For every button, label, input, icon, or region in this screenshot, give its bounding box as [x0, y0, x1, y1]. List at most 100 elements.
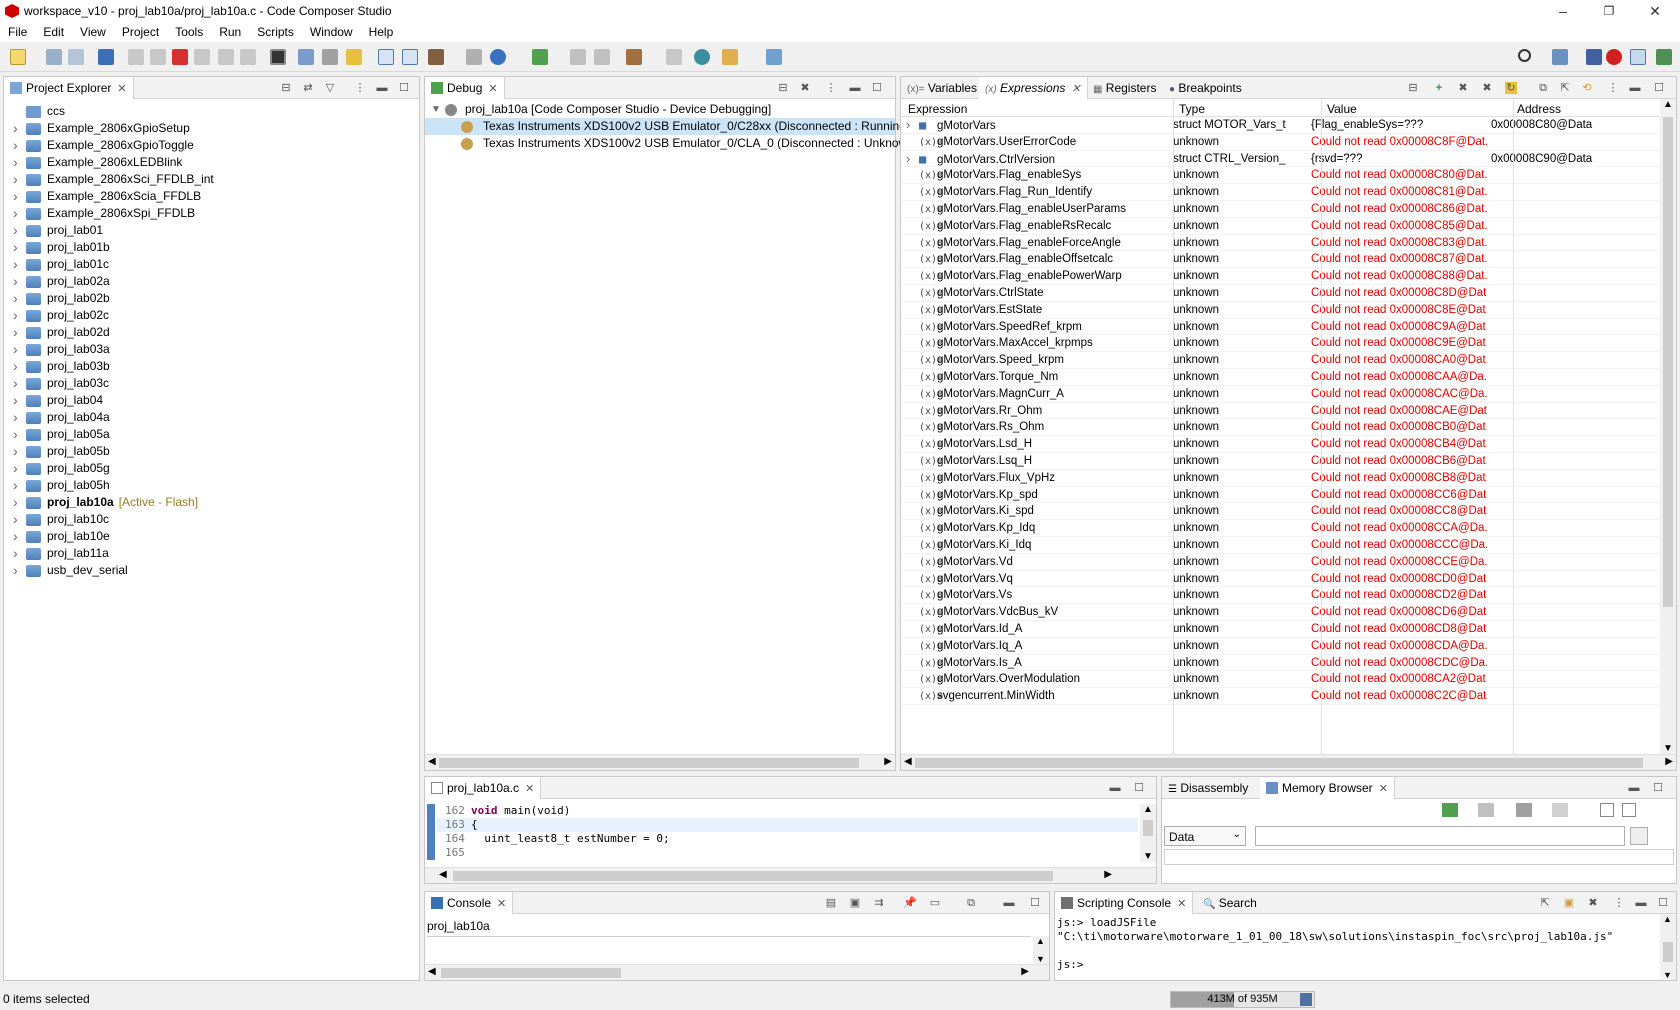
project-item[interactable]: › proj_lab11a — [4, 545, 419, 562]
new-icon[interactable] — [10, 49, 26, 65]
tab-search[interactable]: 🔍 Search — [1197, 892, 1263, 914]
expression-name-cell[interactable]: (x)=gMotorVars.Vq — [919, 571, 1151, 589]
expressions-hscrollbar[interactable]: ◀ ▶ — [901, 754, 1676, 770]
debug-view-icon[interactable] — [98, 49, 114, 65]
flash-icon[interactable] — [346, 49, 362, 65]
close-button[interactable]: ✕ — [1632, 0, 1678, 22]
scroll-up-icon[interactable]: ▲ — [1663, 914, 1672, 924]
expression-name-cell[interactable]: (x)=gMotorVars.Flag_enableSys — [919, 167, 1151, 185]
heap-status[interactable]: 413M of 935M — [1170, 991, 1315, 1008]
scroll-left-icon[interactable]: ◀ — [904, 756, 912, 767]
expression-name-cell[interactable]: (x)=gMotorVars.Flag_enableRsRecalc — [919, 218, 1151, 236]
view-menu-icon[interactable]: ⋮ — [354, 82, 366, 94]
chevron-right-icon[interactable]: › — [13, 256, 18, 273]
chevron-right-icon[interactable]: › — [13, 528, 18, 545]
disconnect-icon[interactable] — [194, 49, 210, 65]
expression-name-cell[interactable]: (x)=gMotorVars.Rs_Ohm — [919, 419, 1151, 437]
minimize-view-icon[interactable]: ▬ — [376, 82, 388, 94]
search-icon[interactable] — [1518, 49, 1531, 62]
chevron-right-icon[interactable]: › — [13, 409, 18, 426]
chevron-right-icon[interactable]: › — [13, 205, 18, 222]
refresh-icon[interactable]: ↻ — [1505, 82, 1517, 94]
chevron-right-icon[interactable]: › — [13, 477, 18, 494]
menu-window[interactable]: Window — [302, 22, 361, 39]
menu-view[interactable]: View — [72, 22, 114, 39]
chevron-right-icon[interactable]: › — [13, 375, 18, 392]
scroll-thumb[interactable] — [1143, 820, 1153, 836]
open-script-icon[interactable]: ▣ — [1563, 897, 1575, 909]
tab-disassembly[interactable]: ☰ Disassembly — [1162, 777, 1254, 799]
chevron-down-icon[interactable]: ▼ — [431, 101, 441, 118]
expression-row[interactable]: (x)=gMotorVars.Vd unknown Could not read 0… — [901, 554, 1660, 571]
close-icon[interactable]: ✕ — [1071, 83, 1080, 95]
editor-hscrollbar[interactable]: ◀ ▶ — [425, 867, 1156, 883]
minimize-button[interactable]: – — [1540, 0, 1586, 22]
scroll-thumb[interactable] — [915, 758, 1643, 768]
chevron-right-icon[interactable]: › — [906, 151, 910, 168]
expression-row[interactable]: (x)=gMotorVars.Flag_enableOffsetcalc unkn… — [901, 251, 1660, 269]
chevron-right-icon[interactable]: › — [13, 562, 18, 579]
close-icon[interactable]: ✕ — [497, 898, 506, 910]
terminate-icon[interactable] — [172, 49, 188, 65]
skip-breakpoints-icon[interactable] — [402, 49, 418, 65]
tab-scripting-console[interactable]: Scripting Console ✕ — [1055, 892, 1194, 914]
expression-name-cell[interactable]: ■ gMotorVars — [919, 117, 1151, 135]
menu-file[interactable]: File — [0, 22, 35, 39]
back-memory-icon[interactable] — [1552, 803, 1568, 817]
expression-row[interactable]: (x)=gMotorVars.Vs unknown Could not read 0… — [901, 587, 1660, 605]
project-item[interactable]: › proj_lab05b — [4, 443, 419, 460]
expression-name-cell[interactable]: (x)=gMotorVars.Iq_A — [919, 638, 1151, 656]
expression-row[interactable]: (x)=gMotorVars.VdcBus_kV unknown Could not… — [901, 604, 1660, 621]
close-icon[interactable]: ✕ — [525, 783, 534, 795]
scroll-left-icon[interactable]: ◀ — [439, 869, 447, 880]
menu-run[interactable]: Run — [211, 22, 249, 39]
expressions-vscrollbar[interactable]: ▲ ▼ — [1660, 99, 1676, 754]
expression-row[interactable]: (x)=gMotorVars.Flag_enableForceAngle unkn… — [901, 235, 1660, 252]
new-window-icon[interactable]: ⧉ — [1537, 82, 1549, 94]
remove-expression-icon[interactable]: ✖ — [1457, 82, 1469, 94]
maximize-view-icon[interactable]: ☐ — [1133, 782, 1145, 794]
expression-name-cell[interactable]: (x)=gMotorVars.EstState — [919, 302, 1151, 320]
scroll-down-icon[interactable]: ▼ — [1663, 743, 1673, 754]
col-expression[interactable]: Expression — [908, 102, 967, 116]
expression-row[interactable]: (x)=gMotorVars.Iq_A unknown Could not read… — [901, 638, 1660, 655]
expression-name-cell[interactable]: (x)=gMotorVars.SpeedRef_krpm — [919, 319, 1151, 337]
perspective-bug-icon[interactable] — [1656, 49, 1672, 65]
scroll-thumb[interactable] — [1663, 942, 1673, 962]
tab-editor-file[interactable]: proj_lab10a.c ✕ — [425, 777, 542, 799]
chevron-right-icon[interactable]: › — [13, 273, 18, 290]
project-item[interactable]: › Example_2806xSpi_FFDLB — [4, 205, 419, 222]
close-icon[interactable]: ✕ — [488, 83, 497, 95]
pin-console-icon[interactable]: 📌 — [903, 897, 917, 909]
expression-name-cell[interactable]: (x)=gMotorVars.Kp_Idq — [919, 520, 1151, 538]
clear-console-icon[interactable]: ▤ — [825, 897, 837, 909]
remove-terminated-icon[interactable]: ✖ — [799, 82, 811, 94]
project-item[interactable]: › proj_lab02a — [4, 273, 419, 290]
tab-console[interactable]: Console ✕ — [425, 892, 514, 914]
chevron-right-icon[interactable]: › — [13, 120, 18, 137]
scroll-right-icon[interactable]: ▶ — [884, 756, 892, 767]
project-item[interactable]: ccs — [4, 103, 419, 120]
menu-help[interactable]: Help — [361, 22, 402, 39]
expression-row[interactable]: (x)=gMotorVars.SpeedRef_krpm unknown Could… — [901, 319, 1660, 336]
open-perspective-icon[interactable] — [766, 49, 782, 65]
maximize-view-icon[interactable]: ☐ — [398, 82, 410, 94]
bug-icon[interactable] — [532, 49, 548, 65]
scroll-lock-icon[interactable]: ▣ — [849, 897, 861, 909]
go-address-icon[interactable] — [1630, 827, 1648, 845]
project-item[interactable]: › proj_lab02b — [4, 290, 419, 307]
chevron-right-icon[interactable]: › — [13, 460, 18, 477]
project-item[interactable]: › proj_lab02c — [4, 307, 419, 324]
scroll-right-icon[interactable]: ▶ — [1104, 869, 1112, 880]
view-menu-icon[interactable]: ⋮ — [1607, 82, 1619, 94]
breakpoint-toggle-icon[interactable] — [378, 49, 394, 65]
menu-tools[interactable]: Tools — [167, 22, 211, 39]
expression-row[interactable]: (x)=gMotorVars.Is_A unknown Could not read… — [901, 655, 1660, 672]
minimize-view-icon[interactable]: ▬ — [1003, 897, 1015, 909]
project-item[interactable]: › Example_2806xSci_FFDLB_int — [4, 171, 419, 188]
expression-row[interactable]: › ■ gMotorVars.CtrlVersion struct CTRL_Vers… — [901, 151, 1660, 168]
scroll-thumb[interactable] — [439, 758, 859, 768]
console-hscrollbar[interactable]: ◀ ▶ — [425, 964, 1049, 980]
col-value[interactable]: Value — [1327, 102, 1357, 116]
expression-row[interactable]: (x)=gMotorVars.UserErrorCode unknown Could… — [901, 134, 1660, 151]
